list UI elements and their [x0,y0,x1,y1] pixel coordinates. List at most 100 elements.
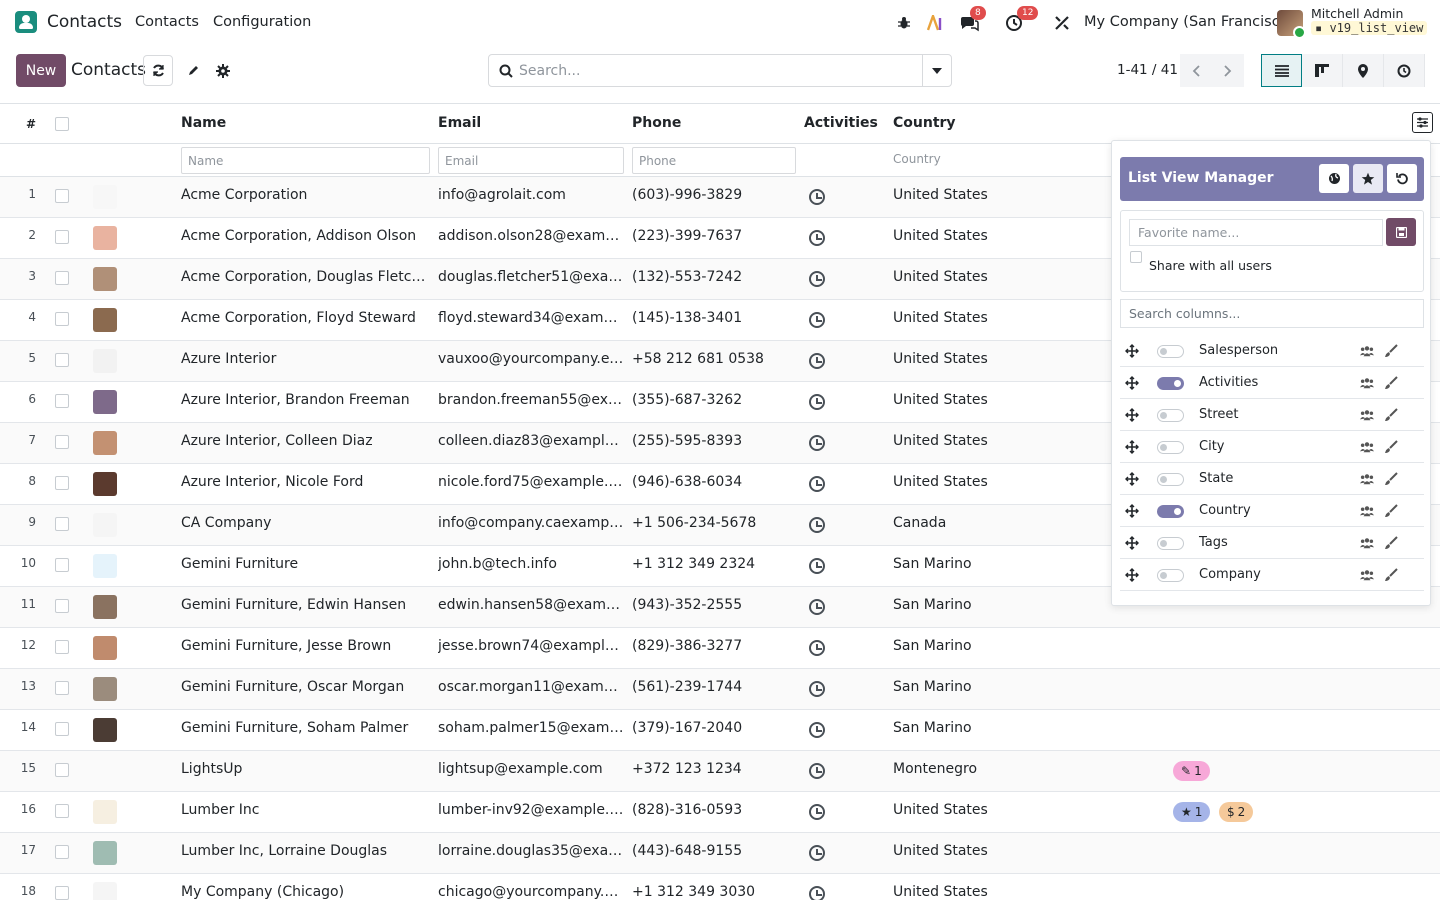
row-checkbox[interactable] [55,640,69,654]
contact-phone[interactable]: (145)-138-3401 [632,310,798,326]
reset-icon[interactable] [1387,164,1417,193]
search-columns-input[interactable] [1120,299,1424,328]
drag-handle-icon[interactable] [1125,504,1139,518]
menu-contacts[interactable]: Contacts [135,14,199,30]
tools-icon[interactable] [1051,12,1073,34]
paint-brush-icon[interactable] [1384,440,1398,454]
activity-clock-icon[interactable] [809,599,825,615]
contact-email[interactable]: addison.olson28@example.com [438,228,624,244]
contact-country[interactable]: San Marino [893,638,1093,654]
contact-name[interactable]: Gemini Furniture [181,556,431,572]
column-item-activities[interactable]: Activities [1120,367,1424,399]
contact-country[interactable]: United States [893,474,1093,490]
drag-handle-icon[interactable] [1125,376,1139,390]
contact-name[interactable]: Gemini Furniture, Jesse Brown [181,638,431,654]
contact-name[interactable]: Acme Corporation [181,187,431,203]
company-switcher[interactable]: My Company (San Francisco) [1084,14,1294,30]
contact-email[interactable]: chicago@yourcompany.com [438,884,624,900]
drag-handle-icon[interactable] [1125,408,1139,422]
contact-name[interactable]: Acme Corporation, Douglas Fletcher [181,269,431,285]
contact-email[interactable]: jesse.brown74@example.com [438,638,624,654]
activity-clock-icon[interactable] [809,312,825,328]
messages-icon[interactable]: 8 [958,6,986,34]
contact-name[interactable]: Azure Interior [181,351,431,367]
pager-previous-button[interactable] [1180,54,1212,87]
contact-email[interactable]: nicole.ford75@example.com [438,474,624,490]
app-name[interactable]: Contacts [47,12,122,32]
contact-email[interactable]: colleen.diaz83@example.com [438,433,624,449]
column-header-email[interactable]: Email [438,115,481,131]
contact-country[interactable]: United States [893,310,1093,326]
row-checkbox[interactable] [55,845,69,859]
contact-name[interactable]: My Company (Chicago) [181,884,431,900]
share-all-users-checkbox[interactable] [1130,251,1142,263]
column-visibility-toggle[interactable] [1157,505,1184,518]
table-row[interactable]: 14 Gemini Furniture, Soham Palmer soham.… [0,710,1440,751]
contact-phone[interactable]: +1 506-234-5678 [632,515,798,531]
column-header-name[interactable]: Name [181,115,226,131]
contact-phone[interactable]: (223)-399-7637 [632,228,798,244]
paint-brush-icon[interactable] [1384,536,1398,550]
users-group-icon[interactable] [1360,344,1374,358]
contact-email[interactable]: lightsup@example.com [438,761,624,777]
table-row[interactable]: 15 LightsUp lightsup@example.com +372 12… [0,751,1440,792]
contact-country[interactable]: United States [893,802,1093,818]
ai-icon[interactable] [925,12,947,34]
contact-name[interactable]: Azure Interior, Brandon Freeman [181,392,431,408]
column-visibility-toggle[interactable] [1157,345,1184,358]
contact-email[interactable]: douglas.fletcher51@example.com [438,269,624,285]
activity-clock-icon[interactable] [809,640,825,656]
contact-name[interactable]: Gemini Furniture, Soham Palmer [181,720,431,736]
contact-name[interactable]: Azure Interior, Nicole Ford [181,474,431,490]
row-checkbox[interactable] [55,271,69,285]
contact-email[interactable]: info@company.caexample.com [438,515,624,531]
users-group-icon[interactable] [1360,472,1374,486]
row-checkbox[interactable] [55,517,69,531]
contact-name[interactable]: LightsUp [181,761,431,777]
contact-name[interactable]: CA Company [181,515,431,531]
activity-clock-icon[interactable] [809,845,825,861]
table-row[interactable]: 13 Gemini Furniture, Oscar Morgan oscar.… [0,669,1440,710]
select-all-checkbox[interactable] [55,117,69,131]
activity-clock-icon[interactable] [809,763,825,779]
contact-country[interactable]: Montenegro [893,761,1093,777]
contact-country[interactable]: San Marino [893,679,1093,695]
table-row[interactable]: 17 Lumber Inc, Lorraine Douglas lorraine… [0,833,1440,874]
contact-country[interactable]: San Marino [893,556,1093,572]
drag-handle-icon[interactable] [1125,440,1139,454]
contact-country[interactable]: San Marino [893,597,1093,613]
map-view-button[interactable] [1343,54,1384,87]
row-checkbox[interactable] [55,804,69,818]
paint-brush-icon[interactable] [1384,472,1398,486]
search-input[interactable] [519,60,909,82]
activity-clock-icon[interactable] [809,517,825,533]
contact-email[interactable]: info@agrolait.com [438,187,624,203]
drag-handle-icon[interactable] [1125,472,1139,486]
contact-email[interactable]: soham.palmer15@example.com [438,720,624,736]
row-checkbox[interactable] [55,435,69,449]
activity-view-button[interactable] [1384,54,1425,87]
row-checkbox[interactable] [55,394,69,408]
menu-configuration[interactable]: Configuration [213,14,311,30]
contact-phone[interactable]: (355)-687-3262 [632,392,798,408]
contact-phone[interactable]: (943)-352-2555 [632,597,798,613]
users-group-icon[interactable] [1360,536,1374,550]
contact-country[interactable]: Canada [893,515,1093,531]
contact-country[interactable]: San Marino [893,720,1093,736]
column-item-tags[interactable]: Tags [1120,527,1424,559]
paint-brush-icon[interactable] [1384,408,1398,422]
refresh-icon[interactable] [143,55,173,86]
users-group-icon[interactable] [1360,408,1374,422]
column-visibility-toggle[interactable] [1157,569,1184,582]
contact-country[interactable]: United States [893,433,1093,449]
activity-clock-icon[interactable] [809,435,825,451]
contacts-app-icon[interactable] [15,11,37,33]
search-dropdown-toggle-icon[interactable] [932,68,942,74]
contact-name[interactable]: Azure Interior, Colleen Diaz [181,433,431,449]
users-group-icon[interactable] [1360,440,1374,454]
contact-phone[interactable]: (132)-553-7242 [632,269,798,285]
contact-country[interactable]: United States [893,187,1093,203]
contact-phone[interactable]: +58 212 681 0538 [632,351,798,367]
contact-name[interactable]: Acme Corporation, Floyd Steward [181,310,431,326]
column-visibility-toggle[interactable] [1157,409,1184,422]
